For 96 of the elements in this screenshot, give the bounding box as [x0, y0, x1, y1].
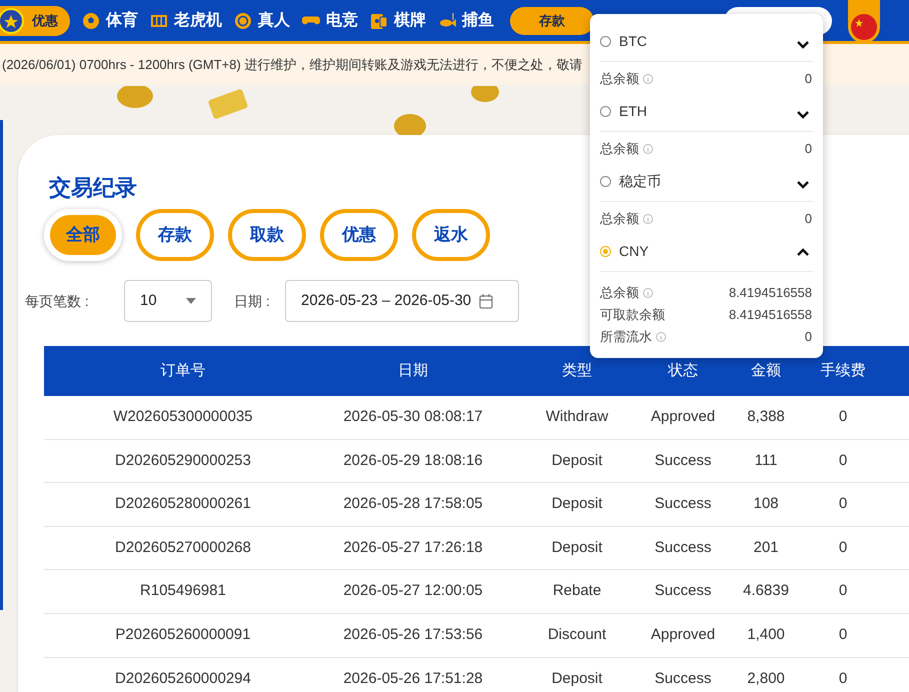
table-cell-text: Deposit	[550, 668, 604, 689]
table-cell-text: 0	[838, 450, 848, 471]
balance-value: 0	[804, 328, 812, 346]
table-cell-text: 0	[838, 668, 848, 689]
table-cell-text: 8,388	[746, 407, 786, 428]
playing-cards-icon	[370, 12, 388, 30]
language-button[interactable]	[848, 0, 880, 42]
nav-link[interactable]: 捕鱼	[462, 8, 494, 32]
table-cell-text: 2026-05-26 17:51:28	[342, 668, 484, 689]
table-cell-text: Success	[654, 581, 712, 602]
table-cell-text: Success	[654, 668, 712, 689]
column-header: 类型	[561, 360, 593, 381]
ticket-star-icon	[0, 8, 24, 34]
casino-chip-icon	[234, 12, 252, 30]
table-cell-text: P202605260000091	[114, 625, 252, 646]
page-size-label: 每页笔数 :	[25, 292, 90, 310]
date-label: 日期 :	[234, 292, 271, 310]
balance-value: 0	[804, 70, 812, 88]
table-cell-text: 0	[838, 625, 848, 646]
balance-label: 总余额	[600, 140, 639, 158]
deposit-button[interactable]: 存款	[510, 6, 594, 34]
fish-icon	[438, 12, 456, 30]
table-cell-text: W202605300000035	[112, 407, 254, 428]
balance-label: 总余额	[600, 284, 639, 302]
column-header: 订单号	[160, 360, 206, 381]
table-cell-text: 201	[752, 538, 780, 558]
filter-tab[interactable]: 存款	[136, 209, 214, 261]
table-cell-text: 2026-05-28 17:58:05	[342, 494, 484, 514]
currency-option[interactable]: ETH	[600, 92, 813, 132]
table-cell-text: Deposit	[550, 450, 604, 471]
radio-button[interactable]	[600, 36, 611, 47]
balance-value: 8.4194516558	[728, 284, 812, 302]
table-cell-text: Approved	[650, 625, 716, 646]
table-cell-text: 0	[838, 538, 848, 558]
column-header: 日期	[397, 360, 429, 381]
table-cell-text: 2026-05-29 18:08:16	[342, 450, 484, 471]
table-cell-text: 2026-05-27 12:00:05	[342, 581, 484, 602]
table-cell-text: D202605290000253	[114, 450, 252, 471]
table-cell-text: 111	[754, 450, 778, 471]
radio-button[interactable]	[600, 176, 611, 187]
balance-value: 0	[804, 210, 812, 228]
currency-option[interactable]: 稳定币	[600, 162, 813, 202]
table-cell-text: Rebate	[552, 581, 602, 602]
nav-link[interactable]: 真人	[258, 8, 290, 32]
radio-button[interactable]	[600, 246, 611, 257]
table-cell-text: Approved	[650, 407, 716, 428]
table-cell-text: Deposit	[550, 538, 604, 558]
filter-tab[interactable]: 取款	[228, 209, 306, 261]
radio-button[interactable]	[600, 106, 611, 117]
currency-option[interactable]: BTC	[600, 22, 813, 62]
nav-link[interactable]: 体育	[106, 8, 138, 32]
balance-value: 0	[804, 140, 812, 158]
column-header: 金额	[750, 360, 782, 381]
nav-link[interactable]: 老虎机	[174, 8, 222, 32]
nav-link[interactable]: 电竞	[326, 8, 358, 32]
date-range-field[interactable]: 2026-05-23 – 2026-05-30	[285, 280, 519, 322]
balance-label: 所需流水	[600, 328, 652, 346]
table-cell-text: D202605260000294	[114, 668, 252, 689]
table-cell-text: Deposit	[550, 494, 604, 514]
table-cell-text: R105496981	[139, 581, 227, 602]
table-cell-text: Discount	[546, 625, 608, 646]
currency-option[interactable]: CNY	[600, 232, 813, 272]
balance-value: 8.4194516558	[728, 306, 812, 324]
soccer-ball-icon	[82, 12, 100, 30]
table-cell-text: 1,400	[746, 625, 786, 646]
table-cell-text: 4.6839	[742, 581, 790, 602]
table-cell-text: 0	[838, 407, 848, 428]
dropdown-caret-icon	[186, 298, 196, 304]
filter-tab[interactable]: 返水	[412, 209, 490, 261]
filter-tab[interactable]: 优惠	[320, 209, 398, 261]
calendar-icon	[479, 294, 494, 308]
table-cell-text: 108	[752, 494, 780, 514]
table-cell-text: Withdraw	[544, 407, 610, 428]
column-header: 手续费	[820, 360, 866, 381]
promo-button[interactable]: 优惠	[0, 6, 70, 36]
page-size-select[interactable]: 10	[124, 280, 212, 322]
table-cell-text: 2026-05-30 08:08:17	[342, 407, 484, 428]
table-cell-text: D202605280000261	[114, 494, 252, 514]
table-cell-text: 0	[838, 494, 848, 514]
table-cell-text: Success	[654, 538, 712, 558]
gamepad-icon	[302, 16, 320, 25]
nav-link[interactable]: 棋牌	[394, 8, 426, 32]
balance-label: 可取款余额	[600, 306, 665, 324]
table-cell-text: D202605270000268	[114, 538, 252, 558]
table-cell-text: 2026-05-26 17:53:56	[342, 625, 484, 646]
flag-icon	[851, 14, 877, 40]
table-cell-text: Success	[654, 494, 712, 514]
table-cell-text: Success	[654, 450, 712, 471]
table-cell-text: 2026-05-27 17:26:18	[342, 538, 484, 558]
table-cell-text: 2,800	[746, 668, 786, 689]
page-title: 交易纪录	[49, 177, 137, 199]
column-header: 状态	[666, 360, 699, 381]
balance-label: 总余额	[600, 210, 639, 228]
balance-label: 总余额	[600, 70, 639, 88]
maintenance-notice: (2026/06/01) 0700hrs - 1200hrs (GMT+8) 进行维护，维护期间转账及游戏无法进行，不便之处，敬请	[1, 56, 582, 74]
table-cell-text: 0	[838, 581, 848, 602]
